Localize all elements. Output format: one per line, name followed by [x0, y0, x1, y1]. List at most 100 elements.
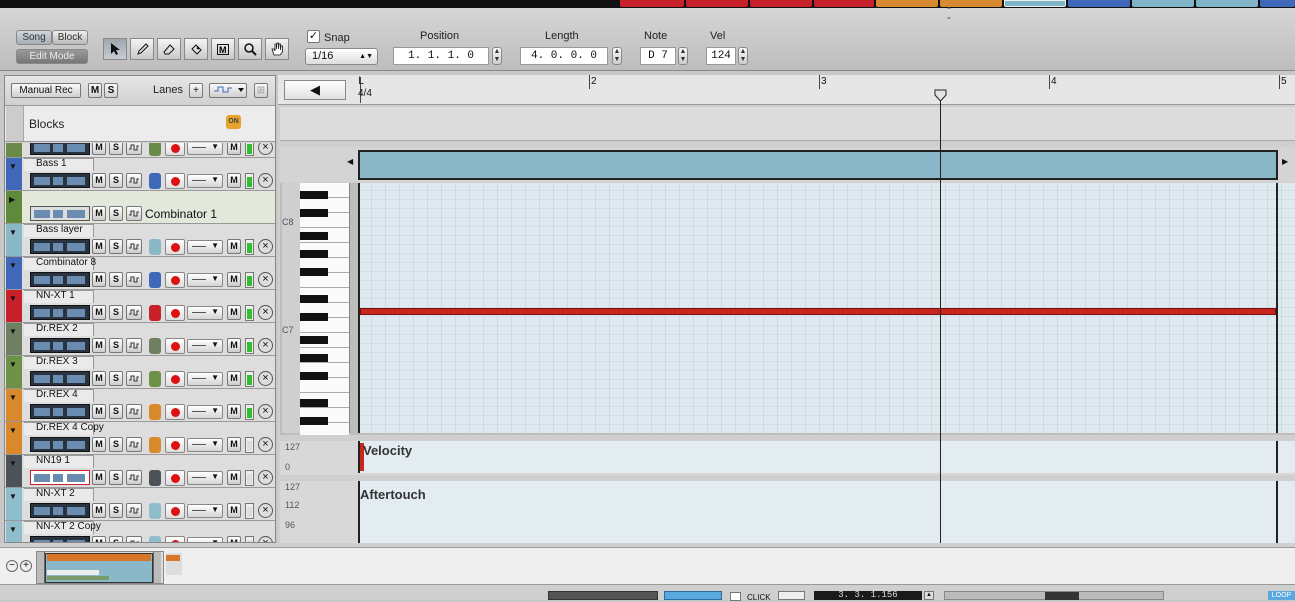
track-color-strip[interactable]: ▼ — [6, 257, 22, 289]
razor-tool-icon[interactable] — [184, 38, 208, 60]
track-mute-button-2[interactable]: M — [227, 437, 241, 452]
loop-button[interactable]: LOOP — [1268, 591, 1295, 600]
track-color-strip[interactable]: ▶ — [6, 191, 22, 223]
song-position-spinner[interactable]: ▲ — [924, 591, 934, 600]
track-lanes-icon[interactable] — [126, 173, 142, 188]
collapse-triangle-icon[interactable]: ▼ — [9, 228, 17, 237]
track-solo-button[interactable]: S — [109, 206, 123, 221]
delete-track-icon[interactable]: × — [258, 239, 273, 254]
track-solo-button[interactable]: S — [109, 173, 123, 188]
track-lanes-icon[interactable] — [126, 404, 142, 419]
track-lanes-icon[interactable] — [126, 143, 142, 155]
track-mute-button[interactable]: M — [92, 503, 106, 518]
playhead-marker-icon[interactable] — [934, 89, 947, 102]
collapse-triangle-icon[interactable]: ▼ — [9, 327, 17, 336]
track-lanes-icon[interactable] — [126, 470, 142, 485]
track-color-strip[interactable]: ▼ — [6, 422, 22, 454]
track-mute-button-2[interactable]: M — [227, 239, 241, 254]
track-mute-button-2[interactable]: M — [227, 143, 241, 155]
hand-tool-icon[interactable] — [265, 38, 289, 60]
track-solo-button[interactable]: S — [109, 305, 123, 320]
track-mute-button[interactable]: M — [92, 404, 106, 419]
track-color-strip[interactable]: ▼ — [6, 389, 22, 421]
velocity-grid[interactable]: Velocity — [358, 441, 1295, 473]
track-name[interactable]: NN-XT 2 — [36, 488, 75, 499]
collapse-triangle-icon[interactable]: ▼ — [9, 261, 17, 270]
track-lanes-icon[interactable] — [126, 272, 142, 287]
note-grid[interactable] — [358, 183, 1295, 433]
track-solo-button[interactable]: S — [109, 437, 123, 452]
blocks-on-toggle[interactable]: ON — [226, 115, 241, 129]
expand-triangle-icon[interactable]: ▶ — [9, 195, 15, 204]
delete-track-icon[interactable]: × — [258, 404, 273, 419]
track-name[interactable]: Bass 1 — [36, 158, 67, 169]
track-dropdown[interactable]: ▼ — [187, 306, 223, 320]
track-color-strip[interactable]: ▼ — [6, 224, 22, 256]
pencil-tool-icon[interactable] — [130, 38, 154, 60]
track-dropdown[interactable]: ▼ — [187, 174, 223, 188]
piano-keyboard[interactable] — [300, 183, 350, 438]
track-lanes-icon[interactable] — [126, 503, 142, 518]
track-solo-button[interactable]: S — [109, 272, 123, 287]
collapse-triangle-icon[interactable]: ▼ — [9, 525, 17, 534]
velocity-field[interactable]: 124 — [706, 47, 736, 65]
track-mute-button-2[interactable]: M — [227, 371, 241, 386]
length-spinner[interactable]: ▲ ▼ — [612, 47, 622, 65]
track-name[interactable]: NN19 1 — [36, 455, 70, 466]
track-color-strip[interactable]: ▼ — [6, 143, 22, 157]
transport-controls[interactable] — [944, 591, 1164, 600]
track-dropdown[interactable]: ▼ — [187, 405, 223, 419]
position-field[interactable]: 1. 1. 1. 0 — [393, 47, 489, 65]
note-spinner[interactable]: ▲ ▼ — [678, 47, 688, 65]
track-row[interactable]: ▼ NN-XT 1 M S ▼ M × — [5, 290, 275, 323]
track-row[interactable]: ▶ M S Combinator 1 — [5, 191, 275, 224]
track-solo-button[interactable]: S — [109, 371, 123, 386]
track-dropdown[interactable]: ▼ — [187, 273, 223, 287]
note-clip[interactable] — [358, 150, 1278, 180]
track-mute-button[interactable]: M — [92, 173, 106, 188]
track-dropdown[interactable]: ▼ — [187, 240, 223, 254]
track-color-strip[interactable]: ▼ — [6, 455, 22, 487]
track-color-strip[interactable]: ▼ — [6, 158, 22, 190]
delete-track-icon[interactable]: × — [258, 536, 273, 542]
magnify-tool-icon[interactable] — [238, 38, 262, 60]
track-mute-button-2[interactable]: M — [227, 272, 241, 287]
track-mute-button-2[interactable]: M — [227, 503, 241, 518]
track-color-strip[interactable]: ▼ — [6, 356, 22, 388]
snap-value-select[interactable]: 1/16 ▲▼ — [305, 48, 378, 65]
black-key[interactable] — [300, 372, 328, 380]
track-row[interactable]: ▼ NN-XT 2 M S ▼ M × — [5, 488, 275, 521]
add-lane-button[interactable]: + — [189, 83, 203, 98]
track-mute-button[interactable]: M — [92, 437, 106, 452]
velocity-spinner[interactable]: ▲ ▼ — [738, 47, 748, 65]
track-mute-button-2[interactable]: M — [227, 305, 241, 320]
midi-note-d7[interactable] — [360, 308, 1276, 315]
track-lanes-icon[interactable] — [126, 371, 142, 386]
record-enable-icon[interactable] — [165, 404, 185, 420]
collapse-triangle-icon[interactable]: ▼ — [9, 459, 17, 468]
track-row[interactable]: ▼ Dr.REX 4 M S ▼ M × — [5, 389, 275, 422]
delete-track-icon[interactable]: × — [258, 173, 273, 188]
collapse-triangle-icon[interactable]: ▼ — [9, 360, 17, 369]
track-mute-button[interactable]: M — [92, 239, 106, 254]
track-solo-button[interactable]: S — [109, 239, 123, 254]
track-mute-button[interactable]: M — [92, 470, 106, 485]
track-name[interactable]: Dr.REX 4 Copy — [36, 422, 104, 433]
black-key[interactable] — [300, 232, 328, 240]
black-key[interactable] — [300, 268, 328, 276]
track-dropdown[interactable]: ▼ — [187, 143, 223, 155]
track-mute-button[interactable]: M — [92, 371, 106, 386]
white-key[interactable] — [300, 378, 349, 393]
black-key[interactable] — [300, 354, 328, 362]
track-mute-button-2[interactable]: M — [227, 536, 241, 542]
black-key[interactable] — [300, 209, 328, 217]
black-key[interactable] — [300, 399, 328, 407]
track-color-strip[interactable]: ▼ — [6, 290, 22, 322]
delete-track-icon[interactable]: × — [258, 470, 273, 485]
track-mute-button[interactable]: M — [92, 305, 106, 320]
delete-track-icon[interactable]: × — [258, 338, 273, 353]
collapse-triangle-icon[interactable]: ▼ — [9, 393, 17, 402]
record-enable-icon[interactable] — [165, 173, 185, 189]
track-lanes-icon[interactable] — [126, 239, 142, 254]
track-lanes-icon[interactable] — [126, 305, 142, 320]
